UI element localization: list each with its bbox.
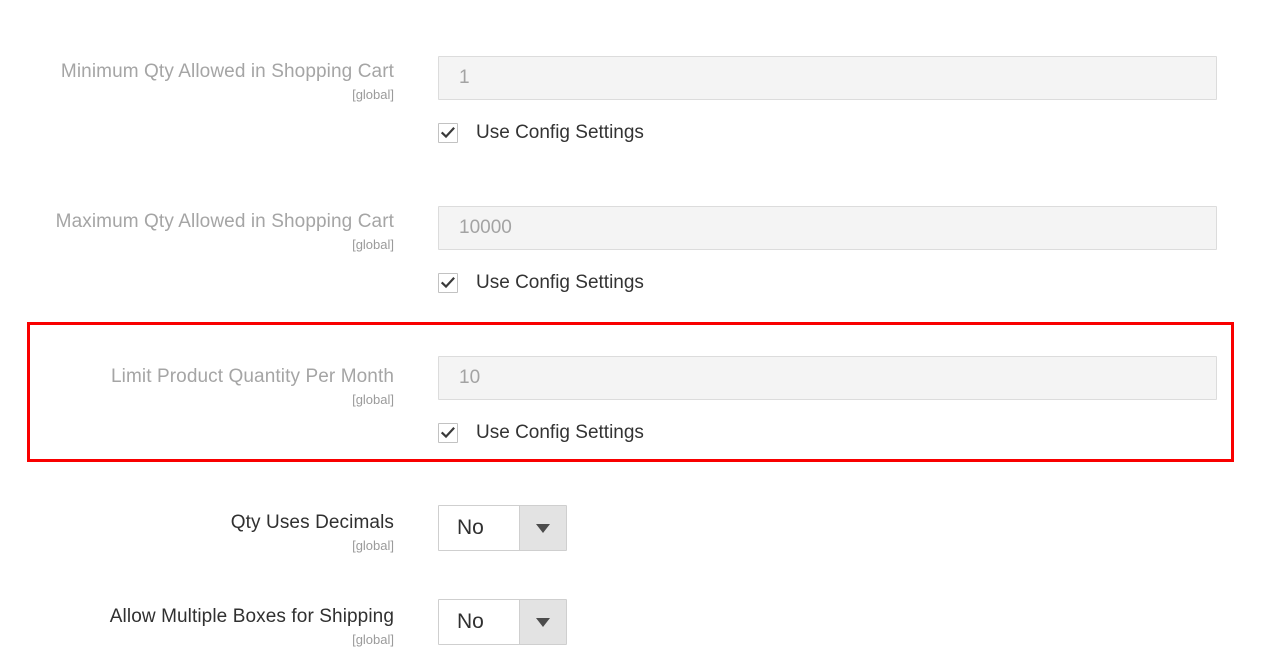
field-control-maximum-qty: Use Config Settings [394, 206, 1284, 294]
field-control-allow-multiple-boxes-for-shipping: No [394, 599, 1284, 645]
chevron-down-icon[interactable] [519, 506, 566, 550]
field-label-group-allow-multiple-boxes-for-shipping: Allow Multiple Boxes for Shipping [globa… [0, 599, 394, 648]
chevron-down-icon[interactable] [519, 600, 566, 644]
qty-uses-decimals-select[interactable]: No [438, 505, 567, 551]
scope-note-limit-product-quantity-per-month: [global] [352, 392, 394, 407]
use-config-line-limit-product-quantity-per-month[interactable]: Use Config Settings [438, 422, 1284, 444]
field-control-limit-product-quantity-per-month: Use Config Settings [394, 356, 1284, 444]
use-config-checkbox-maximum-qty[interactable] [438, 273, 458, 293]
field-row-limit-product-quantity-per-month: Limit Product Quantity Per Month [global… [0, 356, 1284, 444]
minimum-qty-input[interactable] [438, 56, 1217, 100]
field-label-group-limit-product-quantity-per-month: Limit Product Quantity Per Month [global… [0, 356, 394, 408]
field-row-minimum-qty: Minimum Qty Allowed in Shopping Cart [gl… [0, 56, 1284, 144]
use-config-label-minimum-qty: Use Config Settings [476, 122, 644, 143]
field-label-minimum-qty: Minimum Qty Allowed in Shopping Cart [60, 61, 394, 82]
field-row-maximum-qty: Maximum Qty Allowed in Shopping Cart [gl… [0, 206, 1284, 294]
field-label-group-minimum-qty: Minimum Qty Allowed in Shopping Cart [gl… [0, 56, 394, 103]
use-config-checkbox-minimum-qty[interactable] [438, 123, 458, 143]
field-label-qty-uses-decimals: Qty Uses Decimals [230, 512, 394, 533]
use-config-checkbox-limit-product-quantity-per-month[interactable] [438, 423, 458, 443]
use-config-label-maximum-qty: Use Config Settings [476, 272, 644, 293]
maximum-qty-input[interactable] [438, 206, 1217, 250]
scope-note-maximum-qty: [global] [352, 237, 394, 252]
field-label-group-maximum-qty: Maximum Qty Allowed in Shopping Cart [gl… [0, 206, 394, 253]
use-config-line-maximum-qty[interactable]: Use Config Settings [438, 272, 1284, 294]
field-label-maximum-qty: Maximum Qty Allowed in Shopping Cart [55, 211, 394, 232]
advanced-inventory-form: Minimum Qty Allowed in Shopping Cart [gl… [0, 0, 1284, 663]
field-label-group-qty-uses-decimals: Qty Uses Decimals [global] [0, 505, 394, 554]
field-control-qty-uses-decimals: No [394, 505, 1284, 551]
field-control-minimum-qty: Use Config Settings [394, 56, 1284, 144]
allow-multiple-boxes-for-shipping-selected-value: No [439, 600, 519, 644]
qty-uses-decimals-selected-value: No [439, 506, 519, 550]
field-label-limit-product-quantity-per-month: Limit Product Quantity Per Month [110, 366, 394, 387]
scope-note-allow-multiple-boxes-for-shipping: [global] [352, 632, 394, 647]
allow-multiple-boxes-for-shipping-select[interactable]: No [438, 599, 567, 645]
field-label-allow-multiple-boxes-for-shipping: Allow Multiple Boxes for Shipping [109, 606, 394, 627]
limit-product-quantity-per-month-input[interactable] [438, 356, 1217, 400]
field-row-qty-uses-decimals: Qty Uses Decimals [global] No [0, 505, 1284, 554]
scope-note-qty-uses-decimals: [global] [352, 538, 394, 553]
scope-note-minimum-qty: [global] [352, 87, 394, 102]
use-config-line-minimum-qty[interactable]: Use Config Settings [438, 122, 1284, 144]
use-config-label-limit-product-quantity-per-month: Use Config Settings [476, 422, 644, 443]
field-row-allow-multiple-boxes-for-shipping: Allow Multiple Boxes for Shipping [globa… [0, 599, 1284, 648]
